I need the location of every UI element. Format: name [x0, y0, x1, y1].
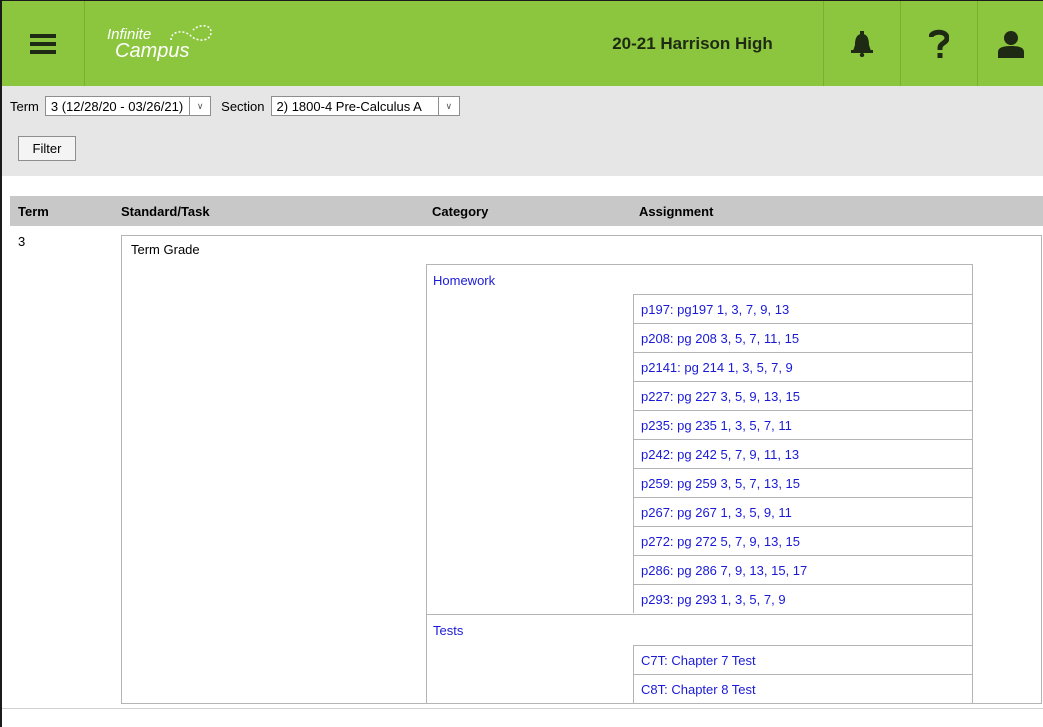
assignment-link[interactable]: p293: pg 293 1, 3, 5, 7, 9 — [641, 592, 786, 607]
chevron-down-icon: ∨ — [437, 97, 459, 115]
assignment-link[interactable]: p286: pg 286 7, 9, 13, 15, 17 — [641, 563, 807, 578]
assignment-row[interactable]: p197: pg197 1, 3, 7, 9, 13 — [633, 294, 972, 323]
column-header-category: Category — [432, 204, 489, 219]
column-header-assignment: Assignment — [639, 204, 714, 219]
notifications-button[interactable] — [824, 1, 901, 86]
assignment-link[interactable]: p2141: pg 214 1, 3, 5, 7, 9 — [641, 360, 793, 375]
filter-row: Term 3 (12/28/20 - 03/26/21) ∨ Section 2… — [10, 96, 460, 116]
assignment-link[interactable]: p267: pg 267 1, 3, 5, 9, 11 — [641, 505, 792, 520]
category-link[interactable]: Tests — [433, 623, 463, 638]
assignment-link[interactable]: p197: pg197 1, 3, 7, 9, 13 — [641, 302, 789, 317]
term-select[interactable]: 3 (12/28/20 - 03/26/21) ∨ — [44, 96, 212, 116]
assignment-row[interactable]: p267: pg 267 1, 3, 5, 9, 11 — [633, 497, 972, 526]
help-button[interactable] — [901, 1, 978, 86]
school-year-label[interactable]: 20-21 Harrison High — [562, 1, 824, 86]
assignment-link[interactable]: p208: pg 208 3, 5, 7, 11, 15 — [641, 331, 799, 346]
chevron-down-icon: ∨ — [189, 97, 210, 115]
category-row-tests[interactable]: Tests — [427, 614, 972, 643]
logo-infinity-icon — [170, 24, 212, 41]
menu-button[interactable] — [2, 1, 85, 86]
user-icon — [997, 30, 1024, 58]
assignment-link[interactable]: p227: pg 227 3, 5, 9, 13, 15 — [641, 389, 800, 404]
section-select-value: 2) 1800-4 Pre-Calculus A — [276, 98, 422, 114]
assignment-link[interactable]: p235: pg 235 1, 3, 5, 7, 11 — [641, 418, 792, 433]
assignment-row[interactable]: p286: pg 286 7, 9, 13, 15, 17 — [633, 555, 972, 584]
assignment-link[interactable]: p259: pg 259 3, 5, 7, 13, 15 — [641, 476, 800, 491]
assignment-row[interactable]: C7T: Chapter 7 Test — [633, 645, 972, 674]
category-link[interactable]: Homework — [433, 273, 495, 288]
assignment-row[interactable]: p2141: pg 214 1, 3, 5, 7, 9 — [633, 352, 972, 381]
assignment-row[interactable]: p293: pg 293 1, 3, 5, 7, 9 — [633, 584, 972, 613]
column-header-term: Term — [18, 204, 49, 219]
term-label: Term — [10, 98, 39, 114]
logo-text: Infinite Campus — [107, 24, 212, 61]
user-account-button[interactable] — [978, 1, 1043, 86]
table-bottom-divider — [2, 708, 1043, 709]
assignment-row[interactable]: p235: pg 235 1, 3, 5, 7, 11 — [633, 410, 972, 439]
assignment-link[interactable]: C8T: Chapter 8 Test — [641, 682, 756, 697]
section-label: Section — [221, 98, 265, 114]
assignment-row[interactable]: p272: pg 272 5, 7, 9, 13, 15 — [633, 526, 972, 555]
infinite-campus-logo[interactable]: Infinite Campus — [85, 1, 285, 86]
filter-bar: Term 3 (12/28/20 - 03/26/21) ∨ Section 2… — [2, 86, 1043, 176]
table-header: Term Standard/Task Category Assignment — [10, 196, 1043, 226]
assignment-row[interactable]: p259: pg 259 3, 5, 7, 13, 15 — [633, 468, 972, 497]
filter-button[interactable]: Filter — [18, 136, 76, 161]
assignment-link[interactable]: C7T: Chapter 7 Test — [641, 653, 756, 668]
assignment-link[interactable]: p272: pg 272 5, 7, 9, 13, 15 — [641, 534, 800, 549]
hamburger-menu-icon — [30, 33, 56, 54]
assignment-row[interactable]: p242: pg 242 5, 7, 9, 11, 13 — [633, 439, 972, 468]
term-select-value: 3 (12/28/20 - 03/26/21) — [50, 98, 184, 114]
assignment-row[interactable]: p208: pg 208 3, 5, 7, 11, 15 — [633, 323, 972, 352]
category-row-homework[interactable]: Homework — [427, 264, 972, 293]
question-mark-icon — [929, 29, 949, 58]
bell-icon — [851, 30, 873, 57]
section-select[interactable]: 2) 1800-4 Pre-Calculus A ∨ — [270, 96, 460, 116]
top-header: Infinite Campus 20-21 Harrison High — [2, 1, 1043, 86]
assignment-link[interactable]: p242: pg 242 5, 7, 9, 11, 13 — [641, 447, 799, 462]
column-header-standard: Standard/Task — [121, 204, 210, 219]
assignment-row[interactable]: C8T: Chapter 8 Test — [633, 674, 972, 703]
term-cell: 3 — [18, 234, 26, 249]
assignment-row[interactable]: p227: pg 227 3, 5, 9, 13, 15 — [633, 381, 972, 410]
standard-task-label: Term Grade — [131, 242, 200, 257]
